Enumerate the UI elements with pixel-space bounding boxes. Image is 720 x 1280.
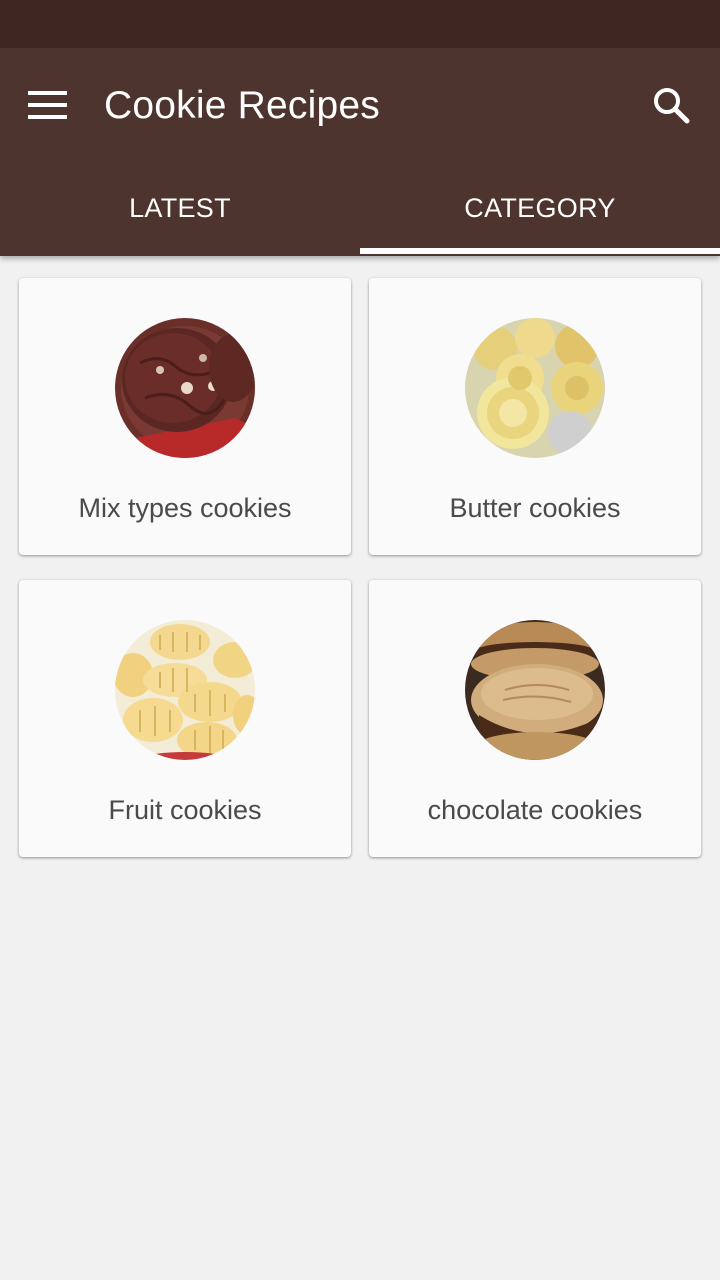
tab-category[interactable]: CATEGORY — [360, 160, 720, 256]
search-button[interactable] — [636, 70, 708, 142]
app-title: Cookie Recipes — [104, 84, 380, 127]
tab-latest-label: LATEST — [129, 192, 231, 223]
category-card-fruit[interactable]: Fruit cookies — [19, 580, 351, 857]
sandwich-cookie-photo — [465, 620, 605, 760]
category-label: chocolate cookies — [427, 795, 643, 825]
category-card-chocolate[interactable]: chocolate cookies — [369, 580, 701, 857]
tab-category-label: CATEGORY — [464, 192, 616, 223]
hamburger-menu-icon — [28, 91, 67, 119]
menu-button[interactable] — [14, 72, 82, 140]
tab-selected-indicator — [360, 248, 720, 254]
category-label: Fruit cookies — [108, 795, 262, 825]
butter-cookie-photo — [465, 318, 605, 458]
status-bar — [0, 0, 720, 48]
app-bar: Cookie Recipes LATEST CATEGORY — [0, 48, 720, 256]
tab-bar: LATEST CATEGORY — [0, 160, 720, 256]
search-icon — [654, 88, 690, 124]
category-card-butter[interactable]: Butter cookies — [369, 278, 701, 555]
category-label: Mix types cookies — [78, 493, 292, 523]
tab-latest[interactable]: LATEST — [0, 160, 360, 256]
chocolate-chip-cookie-photo — [115, 318, 255, 458]
category-label: Butter cookies — [449, 493, 621, 523]
fork-pressed-cookie-photo — [115, 620, 255, 760]
category-card-mix-types[interactable]: Mix types cookies — [19, 278, 351, 555]
